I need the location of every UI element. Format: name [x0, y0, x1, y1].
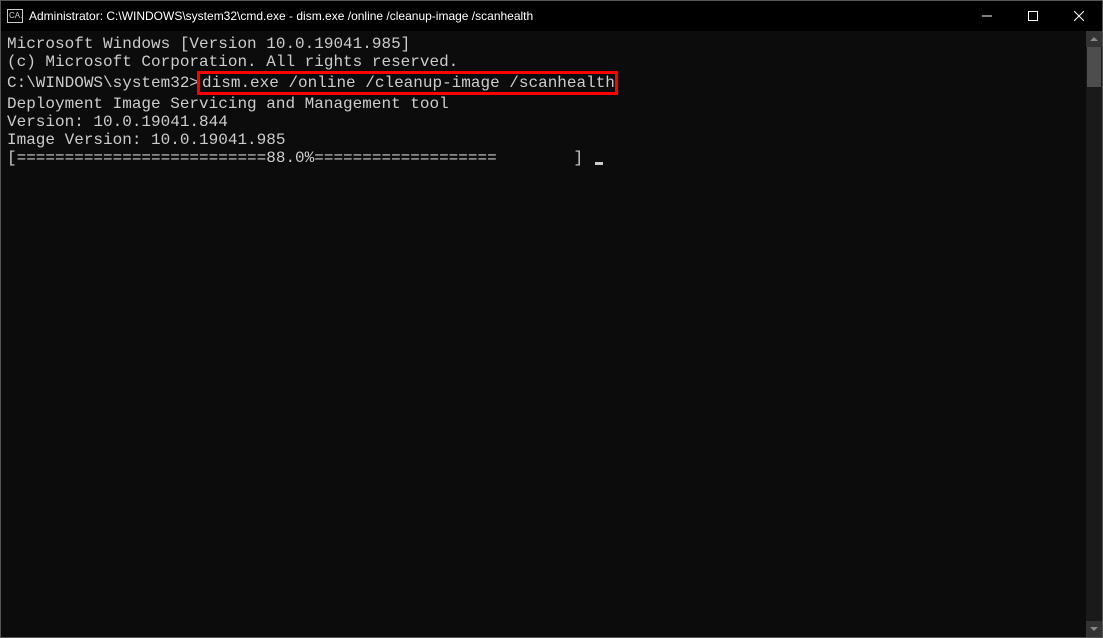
- minimize-button[interactable]: [964, 1, 1010, 31]
- output-line: Deployment Image Servicing and Managemen…: [7, 95, 1080, 113]
- cursor-icon: [595, 162, 603, 165]
- output-line: Image Version: 10.0.19041.985: [7, 131, 1080, 149]
- output-line: (c) Microsoft Corporation. All rights re…: [7, 53, 1080, 71]
- window-controls: [964, 1, 1102, 31]
- scroll-track[interactable]: [1086, 47, 1102, 621]
- scroll-thumb[interactable]: [1087, 47, 1101, 87]
- scroll-up-button[interactable]: [1086, 31, 1102, 47]
- vertical-scrollbar[interactable]: [1086, 31, 1102, 637]
- progress-bar-text: [==========================88.0%========…: [7, 149, 593, 167]
- progress-line: [==========================88.0%========…: [7, 149, 1080, 167]
- command-text: dism.exe /online /cleanup-image /scanhea…: [202, 74, 615, 92]
- output-line: Version: 10.0.19041.844: [7, 113, 1080, 131]
- terminal-area: Microsoft Windows [Version 10.0.19041.98…: [1, 31, 1102, 637]
- terminal-output[interactable]: Microsoft Windows [Version 10.0.19041.98…: [1, 31, 1086, 637]
- prompt-line: C:\WINDOWS\system32>dism.exe /online /cl…: [7, 71, 1080, 95]
- cmd-window: CA. Administrator: C:\WINDOWS\system32\c…: [0, 0, 1103, 638]
- scroll-down-button[interactable]: [1086, 621, 1102, 637]
- window-title: Administrator: C:\WINDOWS\system32\cmd.e…: [29, 9, 964, 23]
- cmd-icon: CA.: [7, 9, 23, 23]
- command-highlight: dism.exe /online /cleanup-image /scanhea…: [197, 71, 618, 95]
- output-line: Microsoft Windows [Version 10.0.19041.98…: [7, 35, 1080, 53]
- titlebar[interactable]: CA. Administrator: C:\WINDOWS\system32\c…: [1, 1, 1102, 31]
- close-button[interactable]: [1056, 1, 1102, 31]
- maximize-button[interactable]: [1010, 1, 1056, 31]
- prompt-text: C:\WINDOWS\system32>: [7, 74, 199, 92]
